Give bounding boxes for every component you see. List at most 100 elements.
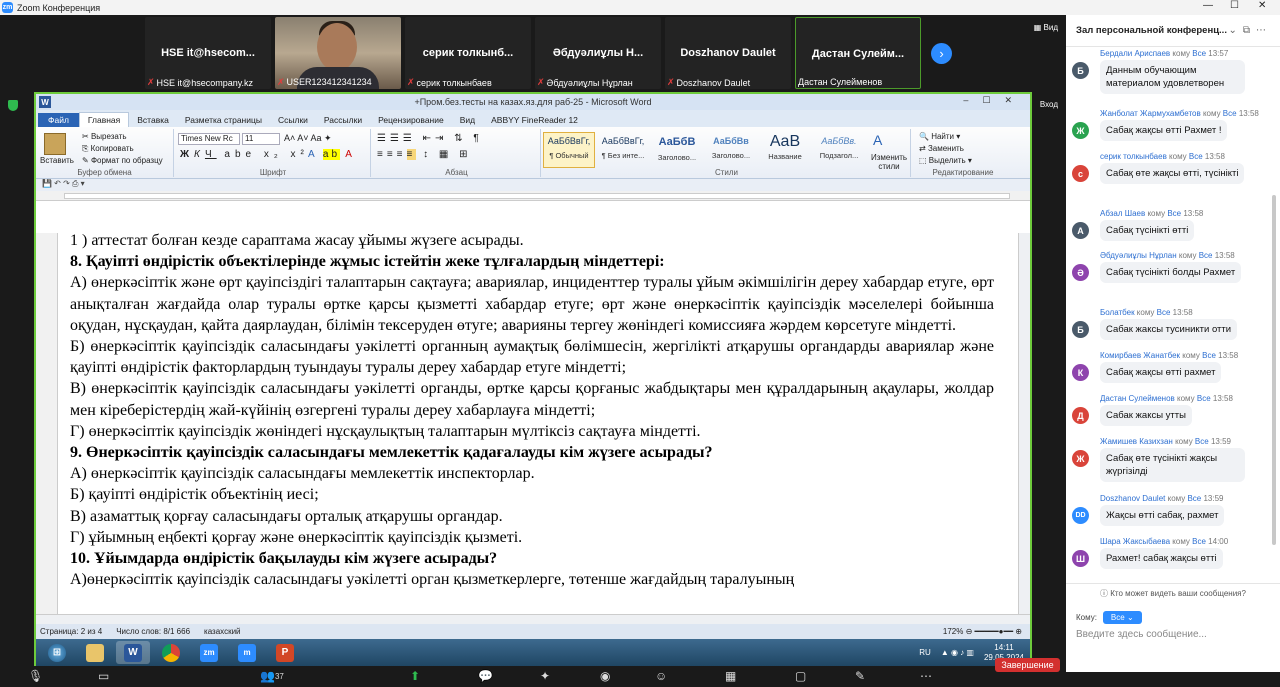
share-screen-icon[interactable]: ⬆: [410, 669, 420, 683]
select-button[interactable]: ⬚ Выделить ▾: [919, 156, 972, 165]
zoom-taskbar-icon[interactable]: zm: [192, 641, 226, 664]
reactions-icon[interactable]: ☺: [655, 669, 667, 683]
close-icon[interactable]: ✕: [1258, 0, 1266, 11]
replace-button[interactable]: ⇄ Заменить: [919, 144, 964, 153]
sender-name[interactable]: Абзал Шаев: [1100, 209, 1145, 218]
recipient-dropdown[interactable]: Все ⌄: [1102, 611, 1142, 624]
participant-tile[interactable]: HSE it@hsecom... ✗ HSE it@hsecompany.kz: [145, 17, 271, 89]
more-icon[interactable]: ⋯: [920, 669, 932, 683]
powerpoint-icon[interactable]: P: [268, 641, 302, 664]
horizontal-scrollbar[interactable]: [36, 614, 1030, 624]
page-count[interactable]: Страница: 2 из 4: [40, 627, 102, 636]
document-paragraph[interactable]: В) азаматтық қорғау саласындағы орталық …: [70, 506, 994, 527]
sender-name[interactable]: Дастан Сулейменов: [1100, 394, 1175, 403]
style-heading2[interactable]: АаБбВв Заголово...: [705, 132, 757, 168]
document-paragraph[interactable]: 1 ) аттестат болған кезде сараптама жаса…: [70, 233, 994, 251]
exit-button[interactable]: Вход: [1040, 100, 1058, 109]
document-page[interactable]: 1 ) аттестат болған кезде сараптама жаса…: [70, 233, 994, 590]
keyboard-language[interactable]: RU: [919, 648, 931, 657]
sender-name[interactable]: Болатбек: [1100, 308, 1135, 317]
document-paragraph[interactable]: А)өнеркәсіптік қауіпсіздік саласындағы у…: [70, 569, 994, 590]
chat-messages[interactable]: Бердали Ариспаев кому Все 13:57 Б Данным о…: [1066, 49, 1280, 585]
vertical-scrollbar[interactable]: [1018, 233, 1030, 614]
participant-tile[interactable]: Doszhanov Daulet ✗ Doszhanov Daulet: [665, 17, 791, 89]
tab-references[interactable]: Ссылки: [270, 113, 316, 127]
app-icon[interactable]: m: [230, 641, 264, 664]
chat-scrollbar[interactable]: [1272, 195, 1276, 545]
sender-name[interactable]: Doszhanov Daulet: [1100, 494, 1165, 503]
explorer-icon[interactable]: [78, 641, 112, 664]
copy-button[interactable]: ⎘ Копировать: [82, 144, 134, 154]
tab-home[interactable]: Главная: [78, 112, 130, 127]
participant-tile[interactable]: серик толкынб... ✗ серик толкынбаев: [405, 17, 531, 89]
record-icon[interactable]: ◉: [600, 669, 610, 683]
style-title[interactable]: AaB Название: [759, 132, 811, 168]
style-heading1[interactable]: АаБбВ Заголово...: [651, 132, 703, 168]
paste-button[interactable]: Вставить: [40, 156, 74, 165]
document-paragraph[interactable]: А) өнеркәсіптік қауіпсіздік саласындағы …: [70, 463, 994, 484]
participant-video[interactable]: ✗ USER123412341234: [275, 17, 401, 89]
minimize-icon[interactable]: —: [1203, 0, 1213, 11]
chat-header-icons[interactable]: ⌄⧉⋯: [1228, 25, 1272, 36]
sender-name[interactable]: серик толкынбаев: [1100, 152, 1167, 161]
chat-input[interactable]: Введите здесь сообщение...: [1076, 629, 1207, 640]
video-off-icon[interactable]: ▭: [98, 669, 109, 683]
document-paragraph[interactable]: Г) ұйымның еңбекті қорғау және өнеркәсіп…: [70, 527, 994, 548]
zoom-level[interactable]: 172% ⊖ ━━━━━●━━ ⊕: [943, 627, 1022, 636]
tab-view[interactable]: Вид: [452, 113, 483, 127]
ai-companion-icon[interactable]: ✦: [540, 669, 550, 683]
find-button[interactable]: 🔍 Найти ▾: [919, 132, 960, 141]
sender-name[interactable]: Шара Жаксыбаева: [1100, 537, 1170, 546]
maximize-icon[interactable]: ☐: [1230, 0, 1239, 11]
font-format-buttons[interactable]: ЖКЧ abe x₂ x²: [180, 149, 309, 160]
quick-access-toolbar[interactable]: 💾 ↶ ↷ ⎙ ▾: [36, 179, 1030, 191]
font-size-select[interactable]: 11: [242, 133, 280, 145]
sender-name[interactable]: Жанболат Жармухамбетов: [1100, 109, 1201, 118]
language-indicator[interactable]: казахский: [204, 627, 241, 636]
document-heading[interactable]: 9. Өнеркәсіптік қауіпсіздік саласындағы …: [70, 442, 994, 463]
tab-review[interactable]: Рецензирование: [370, 113, 452, 127]
tab-abbyy[interactable]: ABBYY FineReader 12: [483, 113, 586, 127]
document-heading[interactable]: 10. Ұйымдарда өндірістік бақылауды кім ж…: [70, 548, 994, 569]
style-no-spacing[interactable]: АаБбВвГг, ¶ Без инте...: [597, 132, 649, 168]
who-can-see-link[interactable]: ⓘ Кто может видеть ваши сообщения?: [1066, 583, 1280, 601]
document-paragraph[interactable]: Г) өнеркәсіптік қауіпсіздік жөніндегі нұ…: [70, 421, 994, 442]
align-buttons[interactable]: ≡≡≡≡ ↕ ▦ ⊞: [377, 149, 472, 160]
word-count[interactable]: Число слов: 8/1 666: [116, 627, 190, 636]
sender-name[interactable]: Әбдуәлиұлы Нұрлан: [1100, 251, 1177, 260]
font-size-buttons[interactable]: A˄ A˅ Aa ✦: [284, 133, 332, 144]
sender-name[interactable]: Комирбаев Жанатбек: [1100, 351, 1180, 360]
document-area[interactable]: 1 ) аттестат болған кезде сараптама жаса…: [36, 233, 1030, 614]
tab-page-layout[interactable]: Разметка страницы: [177, 113, 270, 127]
participant-tile[interactable]: Әбдуәлиұлы Н... ✗ Әбдуәлиұлы Нұрлан: [535, 17, 661, 89]
format-painter-button[interactable]: ✎ Формат по образцу: [82, 156, 163, 165]
document-paragraph[interactable]: Б) өнеркәсіптік қауіпсіздік саласындағы …: [70, 336, 994, 378]
start-button[interactable]: ⊞: [40, 641, 74, 664]
apps-icon[interactable]: ▦: [725, 669, 736, 683]
chat-icon[interactable]: 💬: [478, 669, 493, 683]
document-paragraph[interactable]: В) өнеркәсіптік қауіпсіздік саласындағы …: [70, 378, 994, 420]
next-page-button[interactable]: ›: [931, 43, 952, 64]
tab-insert[interactable]: Вставка: [129, 113, 177, 127]
notes-icon[interactable]: ✎: [855, 669, 865, 683]
style-normal[interactable]: АаБбВвГг, ¶ Обычный: [543, 132, 595, 168]
tab-file[interactable]: Файл: [38, 113, 79, 127]
list-buttons[interactable]: ☰☰☰ ⇤⇥ ⇅ ¶: [377, 133, 483, 144]
style-subtitle[interactable]: АаБбВв. Подзагол...: [813, 132, 865, 168]
document-paragraph[interactable]: Б) қауіпті өндірістік объектінің иесі;: [70, 484, 994, 505]
tab-mailings[interactable]: Рассылки: [316, 113, 370, 127]
font-name-select[interactable]: Times New Rc: [178, 133, 240, 145]
document-heading[interactable]: 8. Қауіпті өндірістік объектілерінде жұм…: [70, 251, 994, 272]
view-button[interactable]: ▦ Вид: [1034, 23, 1058, 32]
tray-icons[interactable]: ▲ ◉ ♪ ▥: [941, 648, 974, 657]
document-paragraph[interactable]: А) өнеркәсіптік және өрт қауіпсіздігі та…: [70, 272, 994, 336]
sender-name[interactable]: Бердали Ариспаев: [1100, 49, 1170, 58]
word-window-controls[interactable]: –☐✕: [963, 95, 1026, 106]
cut-button[interactable]: ✂ Вырезать: [82, 132, 127, 141]
participants-button[interactable]: 👥 37: [260, 669, 284, 683]
mute-icon[interactable]: 🎙: [28, 669, 43, 683]
font-color-buttons[interactable]: A ab A: [308, 149, 355, 160]
whiteboard-icon[interactable]: ▢: [795, 669, 806, 683]
word-taskbar-icon[interactable]: W: [116, 641, 150, 664]
participant-tile[interactable]: Дастан Сулейм... Дастан Сулейменов: [795, 17, 921, 89]
